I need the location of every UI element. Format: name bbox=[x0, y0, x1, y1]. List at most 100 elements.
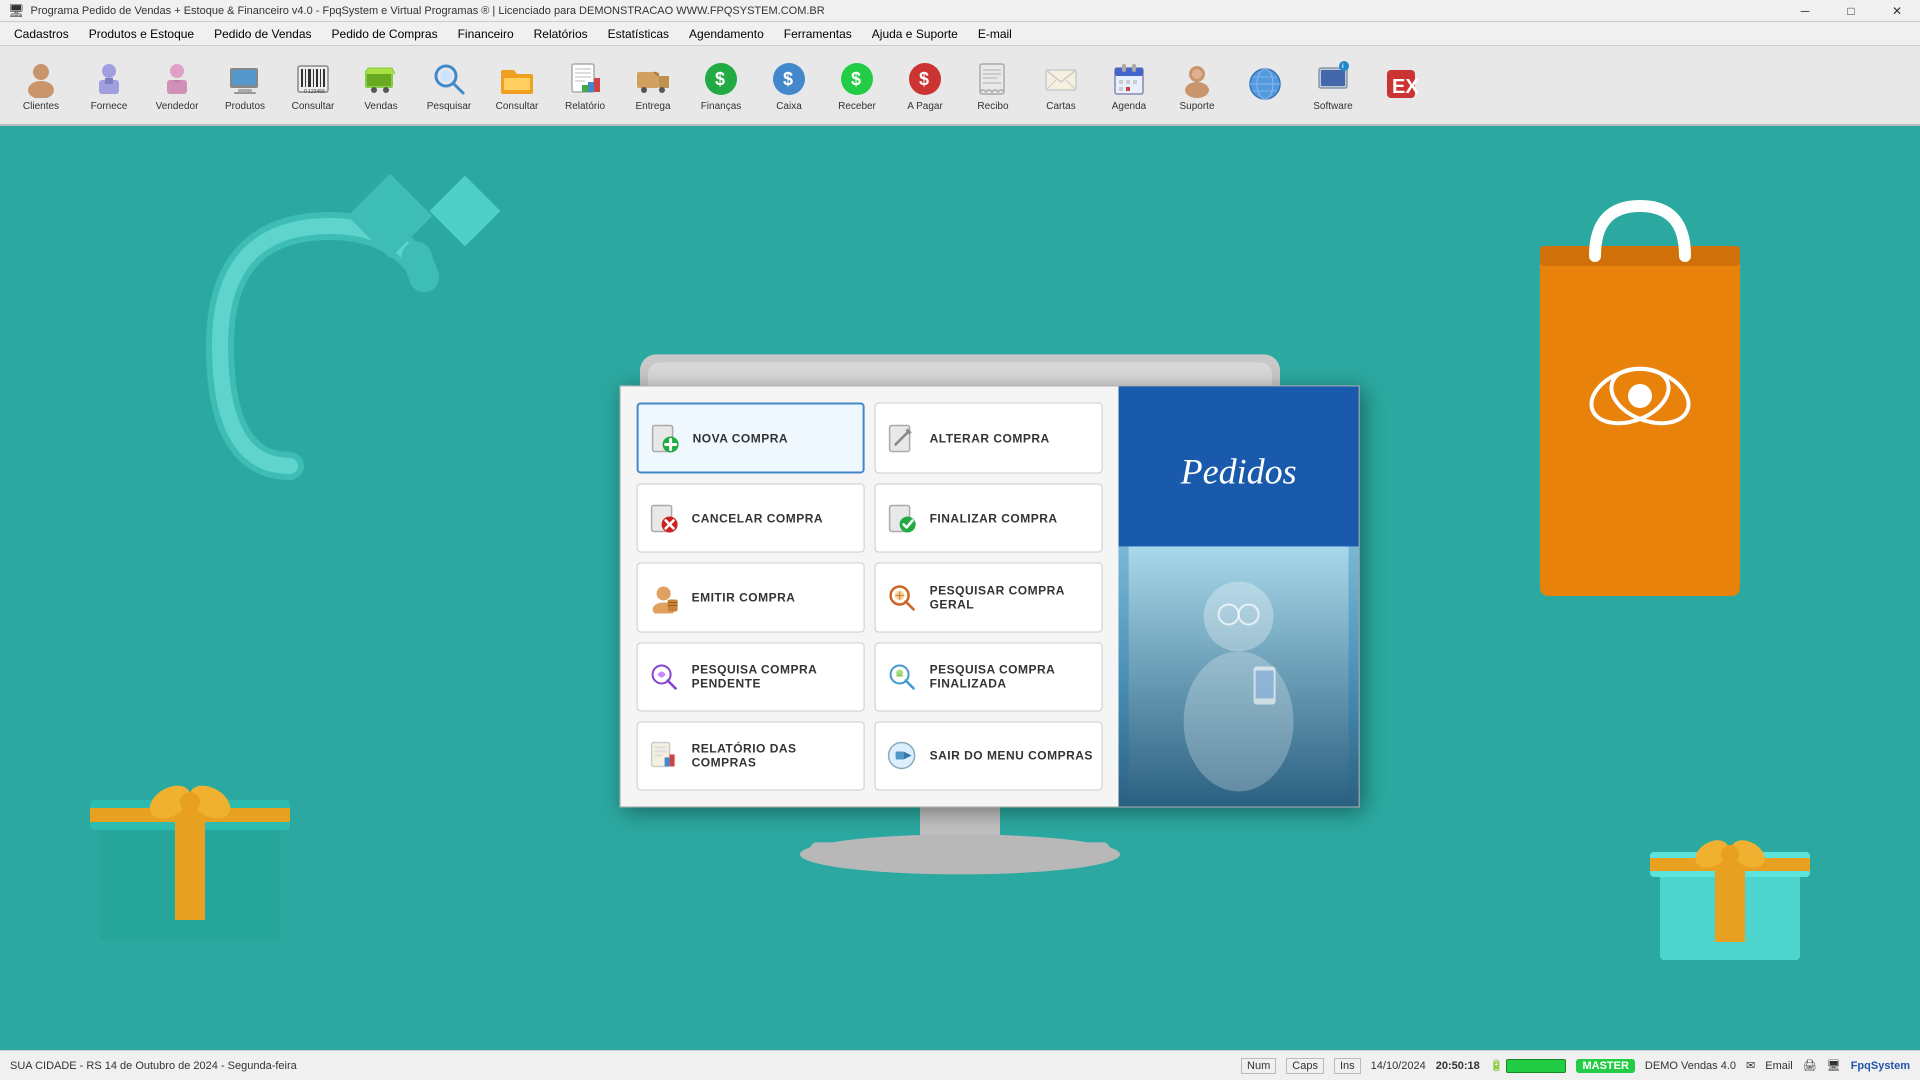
status-num: Num bbox=[1241, 1058, 1276, 1074]
status-bar: SUA CIDADE - RS 14 de Outubro de 2024 - … bbox=[0, 1050, 1920, 1080]
agenda-label: Agenda bbox=[1112, 101, 1146, 112]
toolbar-relatorio[interactable]: Relatório bbox=[552, 50, 618, 120]
svg-text:$: $ bbox=[715, 69, 725, 89]
dialog-title-text: Pedidos bbox=[1181, 450, 1297, 492]
sair-menu-compras-label: SAIR DO MENU COMPRAS bbox=[930, 749, 1093, 763]
toolbar-apagar[interactable]: $ A Pagar bbox=[892, 50, 958, 120]
pesquisar-compra-geral-button[interactable]: PESQUISAR COMPRA GERAL bbox=[875, 563, 1103, 632]
menu-ferramentas[interactable]: Ferramentas bbox=[774, 24, 862, 44]
maximize-button[interactable]: □ bbox=[1828, 0, 1874, 22]
finalizar-compra-label: FINALIZAR COMPRA bbox=[930, 511, 1058, 525]
toolbar-clientes[interactable]: Clientes bbox=[8, 50, 74, 120]
menu-agendamento[interactable]: Agendamento bbox=[679, 24, 774, 44]
svg-text:EXIT: EXIT bbox=[1392, 76, 1420, 98]
relatorio-label: Relatório bbox=[565, 101, 605, 112]
produtos-icon bbox=[225, 59, 265, 99]
status-location: SUA CIDADE - RS 14 de Outubro de 2024 - … bbox=[10, 1060, 1231, 1072]
cancelar-compra-button[interactable]: CANCELAR COMPRA bbox=[637, 484, 865, 553]
toolbar-recibo[interactable]: Recibo bbox=[960, 50, 1026, 120]
dialog-image bbox=[1119, 546, 1359, 806]
toolbar-exit[interactable]: EXIT bbox=[1368, 50, 1434, 120]
menu-cadastros[interactable]: Cadastros bbox=[4, 24, 79, 44]
sair-menu-compras-button[interactable]: SAIR DO MENU COMPRAS bbox=[875, 721, 1103, 790]
pesquisa-compra-pendente-icon bbox=[646, 659, 682, 695]
vendedor-icon bbox=[157, 59, 197, 99]
menu-ajuda-suporte[interactable]: Ajuda e Suporte bbox=[862, 24, 968, 44]
toolbar-produtos[interactable]: Produtos bbox=[212, 50, 278, 120]
toolbar-vendas[interactable]: Vendas bbox=[348, 50, 414, 120]
toolbar-software[interactable]: i Software bbox=[1300, 50, 1366, 120]
svg-text:$: $ bbox=[919, 69, 929, 89]
status-printer-icon: 🖨 bbox=[1803, 1059, 1817, 1072]
finalizar-compra-button[interactable]: FINALIZAR COMPRA bbox=[875, 484, 1103, 553]
finalizar-compra-icon bbox=[884, 500, 920, 536]
menu-financeiro[interactable]: Financeiro bbox=[448, 24, 524, 44]
toolbar-financas[interactable]: $ Finanças bbox=[688, 50, 754, 120]
status-date: 14/10/2024 bbox=[1371, 1060, 1426, 1072]
progress-bar bbox=[1506, 1059, 1566, 1073]
pesquisa-compra-finalizada-button[interactable]: PESQUISA COMPRA FINALIZADA bbox=[875, 642, 1103, 711]
status-email-label: Email bbox=[1765, 1060, 1793, 1072]
gift-box-teal-large bbox=[80, 730, 300, 950]
menu-relatorios[interactable]: Relatórios bbox=[524, 24, 598, 44]
fornece-icon bbox=[89, 59, 129, 99]
toolbar-agenda[interactable]: Agenda bbox=[1096, 50, 1162, 120]
status-monitor-icon: 🖥 bbox=[1827, 1059, 1841, 1072]
toolbar-cartas[interactable]: Cartas bbox=[1028, 50, 1094, 120]
toolbar-fornece[interactable]: Fornece bbox=[76, 50, 142, 120]
toolbar-vendedor[interactable]: Vendedor bbox=[144, 50, 210, 120]
apagar-icon: $ bbox=[905, 59, 945, 99]
main-area: NOVA COMPRA ALTERAR COMPRA bbox=[0, 126, 1920, 1050]
menu-pedido-vendas[interactable]: Pedido de Vendas bbox=[204, 24, 321, 44]
window-controls: ─ □ ✕ bbox=[1782, 0, 1920, 22]
cancelar-compra-icon bbox=[646, 500, 682, 536]
caixa-label: Caixa bbox=[776, 101, 802, 112]
pesquisa-compra-pendente-button[interactable]: PESQUISA COMPRA PENDENTE bbox=[637, 642, 865, 711]
financas-label: Finanças bbox=[701, 101, 742, 112]
pesquisar-compra-geral-label: PESQUISAR COMPRA GERAL bbox=[930, 583, 1094, 611]
toolbar-caixa[interactable]: $ Caixa bbox=[756, 50, 822, 120]
consultar-folder-label: Consultar bbox=[496, 101, 539, 112]
menu-estatisticas[interactable]: Estatísticas bbox=[598, 24, 679, 44]
globe-icon bbox=[1245, 64, 1285, 104]
toolbar-globe[interactable] bbox=[1232, 50, 1298, 120]
nova-compra-button[interactable]: NOVA COMPRA bbox=[637, 402, 865, 473]
suporte-icon bbox=[1177, 59, 1217, 99]
emitir-compra-button[interactable]: EMITIR COMPRA bbox=[637, 563, 865, 632]
title-bar: 🖥 Programa Pedido de Vendas + Estoque & … bbox=[0, 0, 1920, 22]
apagar-label: A Pagar bbox=[907, 101, 943, 112]
close-button[interactable]: ✕ bbox=[1874, 0, 1920, 22]
vendas-icon bbox=[361, 59, 401, 99]
toolbar-consultar-barcode[interactable]: 0 123456 Consultar bbox=[280, 50, 346, 120]
software-label: Software bbox=[1313, 101, 1352, 112]
pesquisa-compra-pendente-label: PESQUISA COMPRA PENDENTE bbox=[692, 663, 856, 691]
alterar-compra-label: ALTERAR COMPRA bbox=[930, 431, 1050, 445]
consultar-barcode-label: Consultar bbox=[292, 101, 335, 112]
status-time: 20:50:18 bbox=[1436, 1060, 1480, 1072]
shopping-bag-orange bbox=[1520, 156, 1760, 636]
menu-produtos-estoque[interactable]: Produtos e Estoque bbox=[79, 24, 204, 44]
toolbar-receber[interactable]: $ Receber bbox=[824, 50, 890, 120]
menu-email[interactable]: E-mail bbox=[968, 24, 1022, 44]
relatorio-compras-button[interactable]: RELATÓRIO DAS COMPRAS bbox=[637, 721, 865, 790]
gift-box-teal-small bbox=[1640, 790, 1820, 970]
toolbar-suporte[interactable]: Suporte bbox=[1164, 50, 1230, 120]
status-caps: Caps bbox=[1286, 1058, 1324, 1074]
svg-text:0 123456: 0 123456 bbox=[304, 89, 325, 95]
caixa-icon: $ bbox=[769, 59, 809, 99]
status-demo: DEMO Vendas 4.0 bbox=[1645, 1060, 1736, 1072]
minimize-button[interactable]: ─ bbox=[1782, 0, 1828, 22]
toolbar-pesquisar[interactable]: Pesquisar bbox=[416, 50, 482, 120]
cartas-icon bbox=[1041, 59, 1081, 99]
toolbar-entrega[interactable]: Entrega bbox=[620, 50, 686, 120]
receber-label: Receber bbox=[838, 101, 876, 112]
sair-menu-compras-icon bbox=[884, 738, 920, 774]
entrega-label: Entrega bbox=[635, 101, 670, 112]
deco-teal-diamonds bbox=[340, 166, 520, 371]
toolbar-consultar-folder[interactable]: Consultar bbox=[484, 50, 550, 120]
menu-pedido-compras[interactable]: Pedido de Compras bbox=[322, 24, 448, 44]
consultar-folder-icon bbox=[497, 59, 537, 99]
relatorio-compras-label: RELATÓRIO DAS COMPRAS bbox=[692, 742, 856, 770]
alterar-compra-button[interactable]: ALTERAR COMPRA bbox=[875, 402, 1103, 473]
barcode-icon: 0 123456 bbox=[293, 59, 333, 99]
